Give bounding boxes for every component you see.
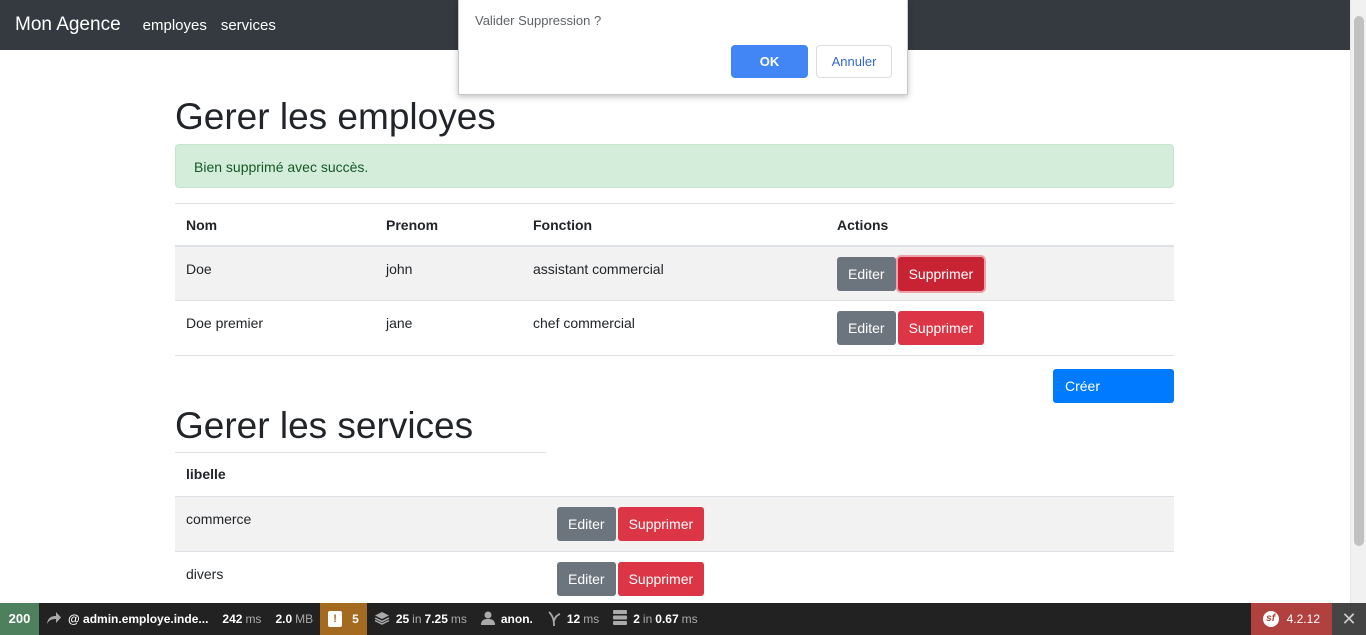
memory-value: 2.0 [275, 612, 293, 626]
cache-time: 7.25 [424, 612, 448, 626]
table-header-row: libelle [175, 452, 1174, 496]
cache-item[interactable]: 25 in 7.25 ms [367, 603, 474, 635]
cell-actions: Editer Supprimer [826, 246, 1174, 301]
delete-button[interactable]: Supprimer [897, 311, 985, 345]
warnings-item[interactable]: ! 5 [320, 603, 367, 635]
delete-button[interactable]: Supprimer [897, 256, 985, 291]
table-row: commerce Editer Supprimer [175, 496, 1174, 551]
db-in: in [642, 612, 653, 626]
close-icon[interactable]: ✕ [1332, 603, 1366, 635]
cell-prenom: jane [386, 315, 413, 331]
warnings-count: 5 [352, 612, 359, 626]
user-name: anon. [500, 612, 533, 626]
database-icon [613, 610, 628, 628]
db-count: 2 [633, 612, 640, 626]
edit-button[interactable]: Editer [557, 506, 616, 541]
column-header-actions: Actions [837, 217, 889, 233]
edit-button[interactable]: Editer [837, 311, 896, 345]
table-row: divers Editer Supprimer [175, 551, 1174, 606]
twig-unit: ms [583, 612, 600, 626]
cell-nom: Doe [186, 260, 212, 277]
cell-actions: Editer Supprimer [546, 496, 1174, 551]
delete-button[interactable]: Supprimer [617, 561, 705, 596]
status-code-badge[interactable]: 200 [0, 603, 39, 635]
employes-table: Nom Prenom Fonction Actions Doe john ass… [175, 203, 1174, 356]
table-row: Doe john assistant commercial Editer Supp… [175, 245, 1174, 301]
dialog-message: Valider Suppression ? [475, 13, 602, 28]
memory-unit: MB [295, 612, 314, 626]
cell-fonction: chef commercial [533, 315, 635, 331]
edit-button[interactable]: Editer [557, 561, 616, 596]
database-item[interactable]: 2 in 0.67 ms [606, 603, 704, 635]
delete-button[interactable]: Supprimer [617, 506, 705, 541]
time-item[interactable]: 242 ms [215, 603, 268, 635]
services-table: libelle commerce Editer Supprimer divers … [175, 452, 1174, 607]
cell-prenom: john [386, 260, 413, 277]
cell-libelle: divers [186, 565, 224, 582]
cell-fonction: assistant commercial [533, 260, 664, 277]
column-header-actions [546, 452, 1174, 496]
cache-unit: ms [450, 612, 467, 626]
employes-title: Gerer les employes [175, 96, 496, 137]
column-header-prenom: Prenom [386, 217, 439, 233]
db-unit: ms [681, 612, 698, 626]
twig-icon [547, 610, 561, 629]
cancel-button[interactable]: Annuler [816, 45, 892, 78]
column-header-nom: Nom [186, 217, 218, 233]
nav-link-services[interactable]: services [221, 17, 276, 34]
success-alert: Bien supprimé avec succès. [175, 144, 1174, 188]
cell-actions: Editer Supprimer [826, 301, 1174, 356]
column-header-fonction: Fonction [533, 217, 593, 233]
warning-icon: ! [328, 611, 343, 627]
scrollbar-thumb[interactable] [1354, 16, 1364, 546]
services-title: Gerer les services [175, 405, 474, 446]
cell-libelle: commerce [186, 510, 252, 527]
ok-button[interactable]: OK [731, 45, 808, 78]
memory-item[interactable]: 2.0 MB [268, 603, 320, 635]
table-row: Doe premier jane chef commercial Editer S… [175, 301, 1174, 356]
symfony-logo-icon: sf [1262, 611, 1279, 627]
nav-link-employes[interactable]: employes [143, 17, 207, 34]
brand-link[interactable]: Mon Agence [15, 14, 121, 36]
column-header-libelle: libelle [186, 466, 226, 482]
twig-item[interactable]: 12 ms [540, 603, 606, 635]
route-name: @ admin.employe.inde... [68, 612, 209, 626]
time-unit: ms [245, 612, 262, 626]
version-item[interactable]: sf 4.2.12 [1250, 603, 1332, 635]
db-time: 0.67 [655, 612, 679, 626]
create-employe-button[interactable]: Créer Employer [1053, 369, 1174, 428]
edit-button[interactable]: Editer [837, 256, 896, 291]
cell-nom: Doe premier [186, 315, 264, 331]
cache-count: 25 [395, 612, 410, 626]
user-item[interactable]: anon. [474, 603, 540, 635]
route-item[interactable]: @ admin.employe.inde... [39, 603, 215, 635]
layers-icon [374, 611, 390, 628]
redirect-arrow-icon [46, 611, 62, 628]
page-scrollbar[interactable] [1350, 0, 1366, 603]
confirm-dialog: Valider Suppression ? OK Annuler [458, 0, 908, 95]
time-value: 242 [222, 612, 243, 626]
cache-in: in [412, 612, 422, 626]
debug-toolbar: 200 @ admin.employe.inde... 242 ms 2.0 M… [0, 603, 1366, 635]
user-icon [480, 611, 495, 628]
table-header-row: Nom Prenom Fonction Actions [175, 203, 1174, 246]
twig-time: 12 [566, 612, 581, 626]
cell-actions: Editer Supprimer [546, 551, 1174, 606]
version-value: 4.2.12 [1286, 612, 1320, 626]
